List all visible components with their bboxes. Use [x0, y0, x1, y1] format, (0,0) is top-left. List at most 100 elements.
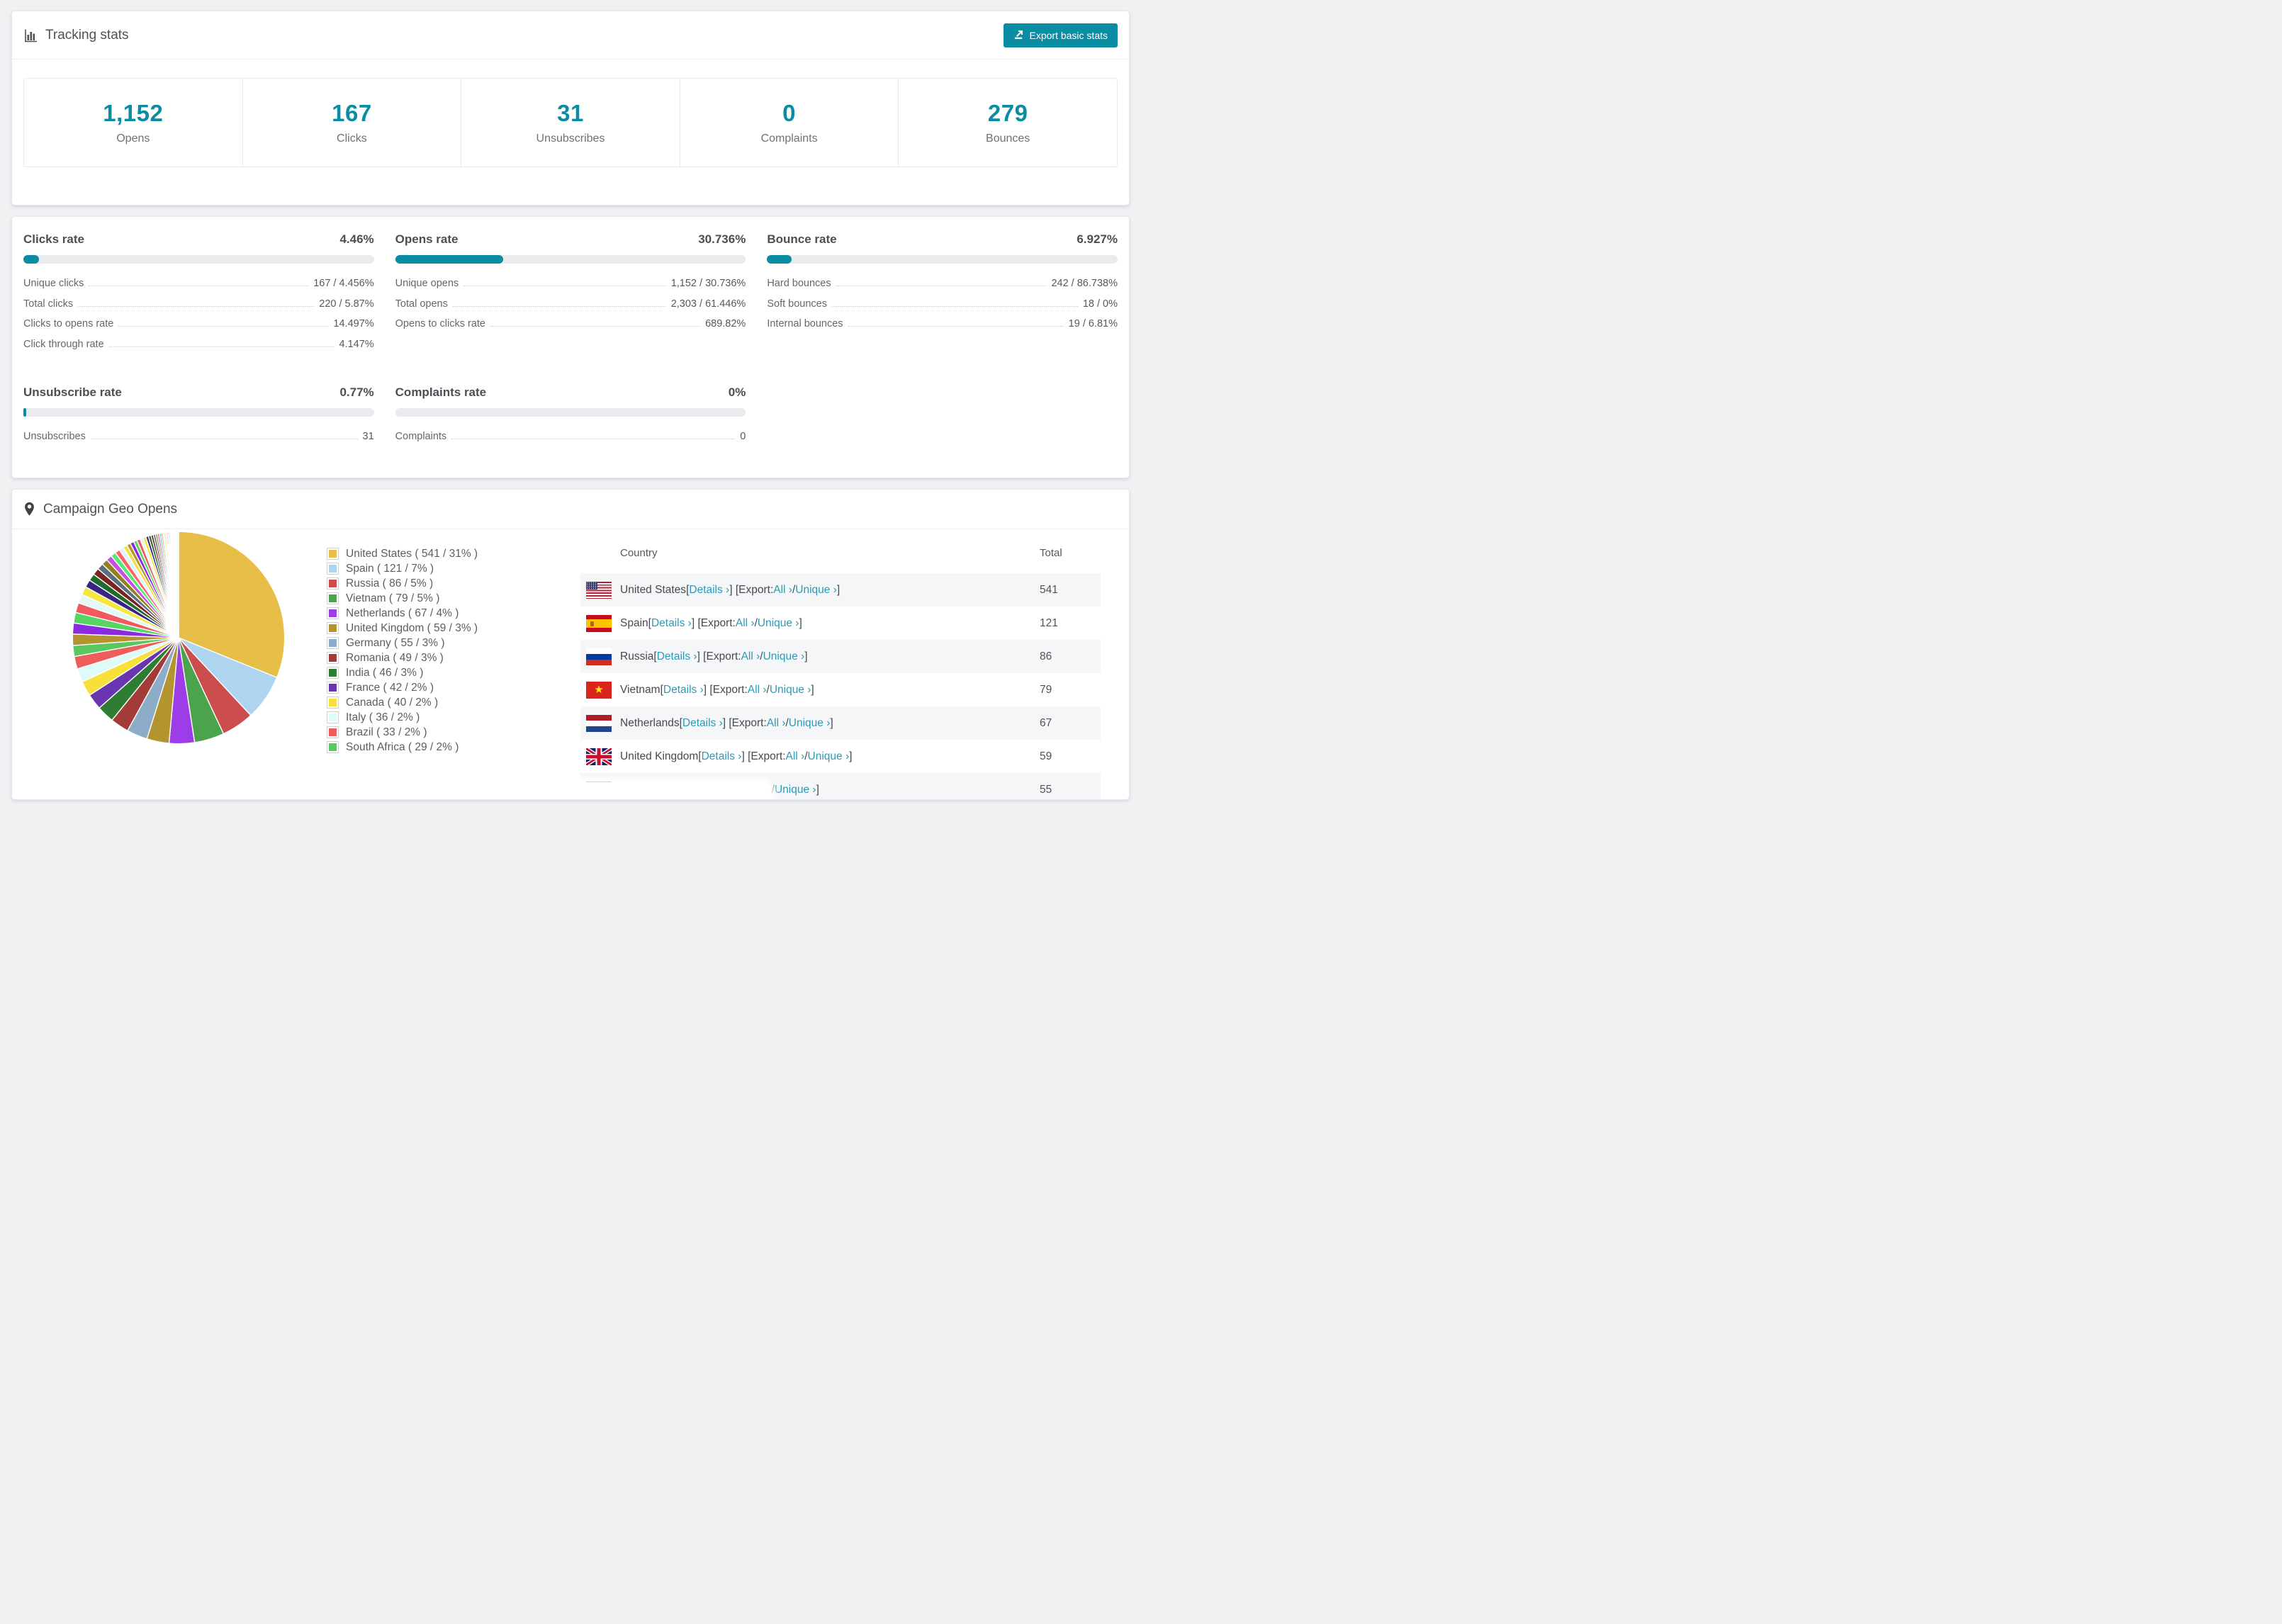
flag-ru-icon: [586, 648, 612, 665]
tracking-stats-card: Tracking stats Export basic stats 1,152 O…: [11, 11, 1130, 205]
geo-country-cell: United States [Details ›] [Export: All ›…: [586, 581, 1040, 599]
geo-table-row: Spain [Details ›] [Export: All › / Uniqu…: [580, 607, 1101, 640]
export-unique-link[interactable]: Unique ›: [808, 750, 850, 763]
legend-swatch: [327, 637, 339, 649]
legend-item-netherlands[interactable]: Netherlands ( 67 / 4% ): [327, 606, 478, 621]
legend-item-vietnam[interactable]: Vietnam ( 79 / 5% ): [327, 591, 478, 606]
geo-table-row: United Kingdom [Details ›] [Export: All …: [580, 740, 1101, 773]
export-all-link[interactable]: All ›: [767, 717, 786, 730]
legend-swatch: [327, 548, 339, 560]
rate-rows: Unsubscribes 31: [23, 431, 374, 451]
export-all-link[interactable]: All ›: [748, 684, 767, 697]
legend-item-germany[interactable]: Germany ( 55 / 3% ): [327, 636, 478, 650]
legend-label: Spain ( 121 / 7% ): [346, 562, 434, 575]
export-unique-link[interactable]: Unique ›: [763, 650, 805, 663]
legend-item-united-states[interactable]: United States ( 541 / 31% ): [327, 546, 478, 561]
legend-swatch: [327, 563, 339, 575]
dotted-leader: [78, 305, 315, 307]
details-link[interactable]: Details ›: [689, 584, 729, 597]
rate-rows: Unique clicks 167 / 4.456% Total clicks 220…: [23, 278, 374, 359]
rate-row: Opens to clicks rate 689.82%: [395, 318, 746, 339]
geo-table-row: Netherlands [Details ›] [Export: All › /…: [580, 706, 1101, 740]
legend-item-italy[interactable]: Italy ( 36 / 2% ): [327, 710, 478, 725]
rate-progress-track: [395, 255, 746, 264]
rate-row-value: 4.147%: [339, 338, 374, 350]
rate-row: Unique opens 1,152 / 30.736%: [395, 278, 746, 298]
export-label: Export:: [751, 750, 786, 762]
legend-label: Russia ( 86 / 5% ): [346, 577, 434, 590]
legend-swatch: [327, 607, 339, 619]
rate-row-label: Complaints: [395, 431, 447, 442]
geo-country-cell: Netherlands [Details ›] [Export: All › /…: [586, 714, 1040, 732]
country-name: Vietnam: [620, 683, 661, 696]
rate-rows: Unique opens 1,152 / 30.736% Total opens 2,…: [395, 278, 746, 339]
stat-label: Complaints: [760, 132, 818, 145]
rate-row-label: Opens to clicks rate: [395, 318, 485, 329]
details-link[interactable]: Details ›: [682, 717, 723, 730]
rate-rows: Complaints 0: [395, 431, 746, 451]
details-link[interactable]: Details ›: [702, 750, 742, 763]
legend-label: Italy ( 36 / 2% ): [346, 711, 420, 723]
geo-opens-pie-chart[interactable]: [67, 526, 290, 749]
legend-item-canada[interactable]: Canada ( 40 / 2% ): [327, 695, 478, 710]
export-all-link[interactable]: All ›: [736, 617, 755, 630]
rate-row: Total opens 2,303 / 61.446%: [395, 298, 746, 319]
rate-progress-track: [767, 255, 1118, 264]
legend-item-united-kingdom[interactable]: United Kingdom ( 59 / 3% ): [327, 621, 478, 636]
stat-card-opens: 1,152 Opens: [23, 78, 243, 167]
details-link[interactable]: Details ›: [663, 684, 704, 697]
country-name: United Kingdom: [620, 750, 699, 762]
rate-row-value: 19 / 6.81%: [1068, 318, 1118, 329]
rate-row-value: 1,152 / 30.736%: [670, 278, 746, 289]
rate-section-head: Opens rate 30.736%: [395, 232, 746, 247]
dotted-leader: [452, 305, 666, 307]
rate-row: Soft bounces 18 / 0%: [767, 298, 1118, 319]
legend-item-france[interactable]: France ( 42 / 2% ): [327, 680, 478, 695]
export-all-link[interactable]: All ›: [786, 750, 805, 763]
legend-swatch: [327, 577, 339, 590]
legend-item-russia[interactable]: Russia ( 86 / 5% ): [327, 576, 478, 591]
legend-item-india[interactable]: India ( 46 / 3% ): [327, 665, 478, 680]
rate-row-label: Click through rate: [23, 338, 104, 350]
export-unique-link[interactable]: Unique ›: [795, 584, 837, 597]
rate-rows: Hard bounces 242 / 86.738% Soft bounces 18 …: [767, 278, 1118, 339]
dotted-leader: [831, 305, 1078, 307]
rate-row-label: Clicks to opens rate: [23, 318, 114, 329]
legend-label: Vietnam ( 79 / 5% ): [346, 592, 440, 604]
rate-row: Unique clicks 167 / 4.456%: [23, 278, 374, 298]
export-basic-stats-button[interactable]: Export basic stats: [1003, 23, 1118, 47]
export-unique-link[interactable]: Unique ›: [758, 617, 799, 630]
legend-item-south-africa[interactable]: South Africa ( 29 / 2% ): [327, 740, 478, 755]
bracket: ] [: [741, 750, 751, 762]
stat-card-complaints: 0 Complaints: [679, 78, 899, 167]
rate-row: Total clicks 220 / 5.87%: [23, 298, 374, 319]
rate-progress-track: [23, 255, 374, 264]
legend-label: Netherlands ( 67 / 4% ): [346, 607, 459, 619]
legend-swatch: [327, 682, 339, 694]
export-all-link[interactable]: All ›: [773, 584, 792, 597]
geo-total-cell: 121: [1040, 616, 1058, 629]
rate-row-value: 31: [362, 431, 374, 442]
tracking-stats-header: Tracking stats Export basic stats: [12, 11, 1129, 60]
legend-item-brazil[interactable]: Brazil ( 33 / 2% ): [327, 725, 478, 740]
flag-gb-icon: [586, 748, 612, 765]
geo-header: Campaign Geo Opens: [12, 490, 1129, 529]
rate-row-label: Unsubscribes: [23, 431, 86, 442]
legend-item-romania[interactable]: Romania ( 49 / 3% ): [327, 650, 478, 665]
export-unique-link[interactable]: Unique ›: [775, 784, 816, 796]
details-link[interactable]: Details ›: [657, 650, 697, 663]
campaign-geo-opens-card: Campaign Geo Opens United States ( 541 /…: [11, 489, 1130, 800]
rate-row-label: Soft bounces: [767, 298, 827, 310]
rate-row-label: Unique opens: [395, 278, 459, 289]
table-corner-overlay: [569, 782, 771, 799]
bracket: ] [: [691, 616, 701, 629]
tracking-stats-title-text: Tracking stats: [45, 27, 129, 43]
rate-row-value: 167 / 4.456%: [313, 278, 374, 289]
export-all-link[interactable]: All ›: [741, 650, 760, 663]
export-unique-link[interactable]: Unique ›: [770, 684, 811, 697]
export-unique-link[interactable]: Unique ›: [789, 717, 831, 730]
legend-item-spain[interactable]: Spain ( 121 / 7% ): [327, 561, 478, 576]
details-link[interactable]: Details ›: [651, 617, 692, 630]
bracket: ] [: [729, 583, 739, 596]
pie-slice-65[interactable]: [177, 531, 179, 638]
